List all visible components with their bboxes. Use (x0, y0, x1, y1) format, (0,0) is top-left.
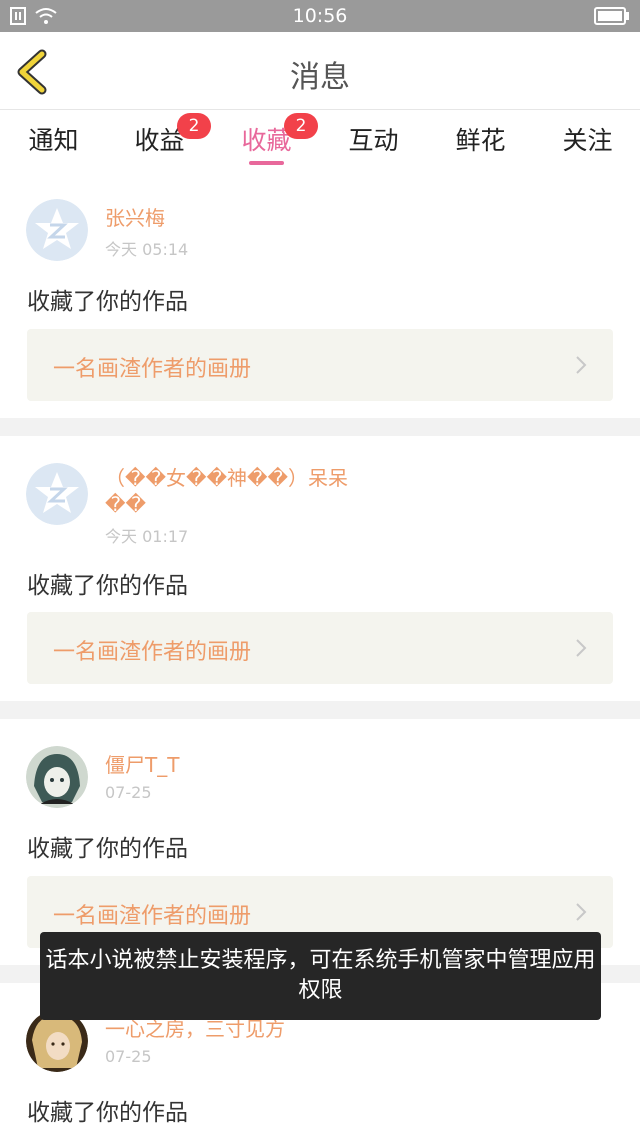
tab-flowers[interactable]: 鲜花 (427, 121, 534, 167)
tab-favorites[interactable]: 收藏 2 (213, 113, 320, 167)
timestamp: 今天 05:14 (105, 240, 189, 259)
tab-bar: 通知 收益 2 收藏 2 互动 鲜花 关注 (0, 111, 640, 171)
album-link[interactable]: 一名画渣作者的画册 (27, 329, 613, 401)
message-text: 收藏了你的作品 (27, 573, 188, 599)
timestamp: 07-25 (105, 1047, 152, 1066)
tab-follow[interactable]: 关注 (534, 121, 640, 167)
tab-label: 鲜花 (455, 126, 506, 155)
album-title: 一名画渣作者的画册 (53, 640, 252, 665)
avatar[interactable] (26, 463, 88, 525)
chevron-right-icon (576, 356, 587, 374)
author-name[interactable]: 僵尸T_T (105, 752, 365, 778)
default-avatar-icon (26, 463, 88, 525)
tab-label: 关注 (562, 126, 613, 155)
unread-badge: 2 (177, 113, 211, 139)
list-item: 张兴梅 今天 05:14 收藏了你的作品 一名画渣作者的画册 (0, 172, 640, 436)
list-item: （��女��神��）呆呆�� 今天 01:17 收藏了你的作品 一名画渣作者的画… (0, 436, 640, 719)
album-link[interactable]: 一名画渣作者的画册 (27, 612, 613, 684)
anime-girl-avatar-icon (26, 746, 88, 808)
tab-interaction[interactable]: 互动 (320, 121, 427, 167)
avatar[interactable] (26, 746, 88, 808)
message-text: 收藏了你的作品 (27, 836, 188, 862)
chevron-right-icon (576, 903, 587, 921)
timestamp: 07-25 (105, 783, 152, 802)
tab-label: 互动 (348, 126, 399, 155)
tab-notice[interactable]: 通知 (0, 121, 107, 167)
tab-label: 通知 (28, 126, 79, 155)
message-text: 收藏了你的作品 (27, 289, 188, 315)
toast-message: 话本小说被禁止安装程序，可在系统手机管家中管理应用权限 (40, 932, 601, 1020)
avatar[interactable] (26, 199, 88, 261)
tab-earnings[interactable]: 收益 2 (106, 113, 213, 167)
album-title: 一名画渣作者的画册 (53, 357, 252, 382)
album-title: 一名画渣作者的画册 (53, 904, 252, 929)
status-time: 10:56 (292, 5, 348, 27)
author-name[interactable]: （��女��神��）呆呆�� (105, 465, 350, 517)
battery-icon (594, 7, 630, 29)
chevron-right-icon (576, 639, 587, 657)
page-title: 消息 (290, 60, 350, 95)
unread-badge: 2 (284, 113, 318, 139)
author-name[interactable]: 张兴梅 (105, 205, 365, 231)
app-header: 消息 (0, 32, 640, 110)
message-text: 收藏了你的作品 (27, 1100, 188, 1126)
default-avatar-icon (26, 199, 88, 261)
active-tab-indicator (249, 161, 284, 165)
status-bar: 10:56 (0, 0, 640, 32)
timestamp: 今天 01:17 (105, 527, 189, 546)
